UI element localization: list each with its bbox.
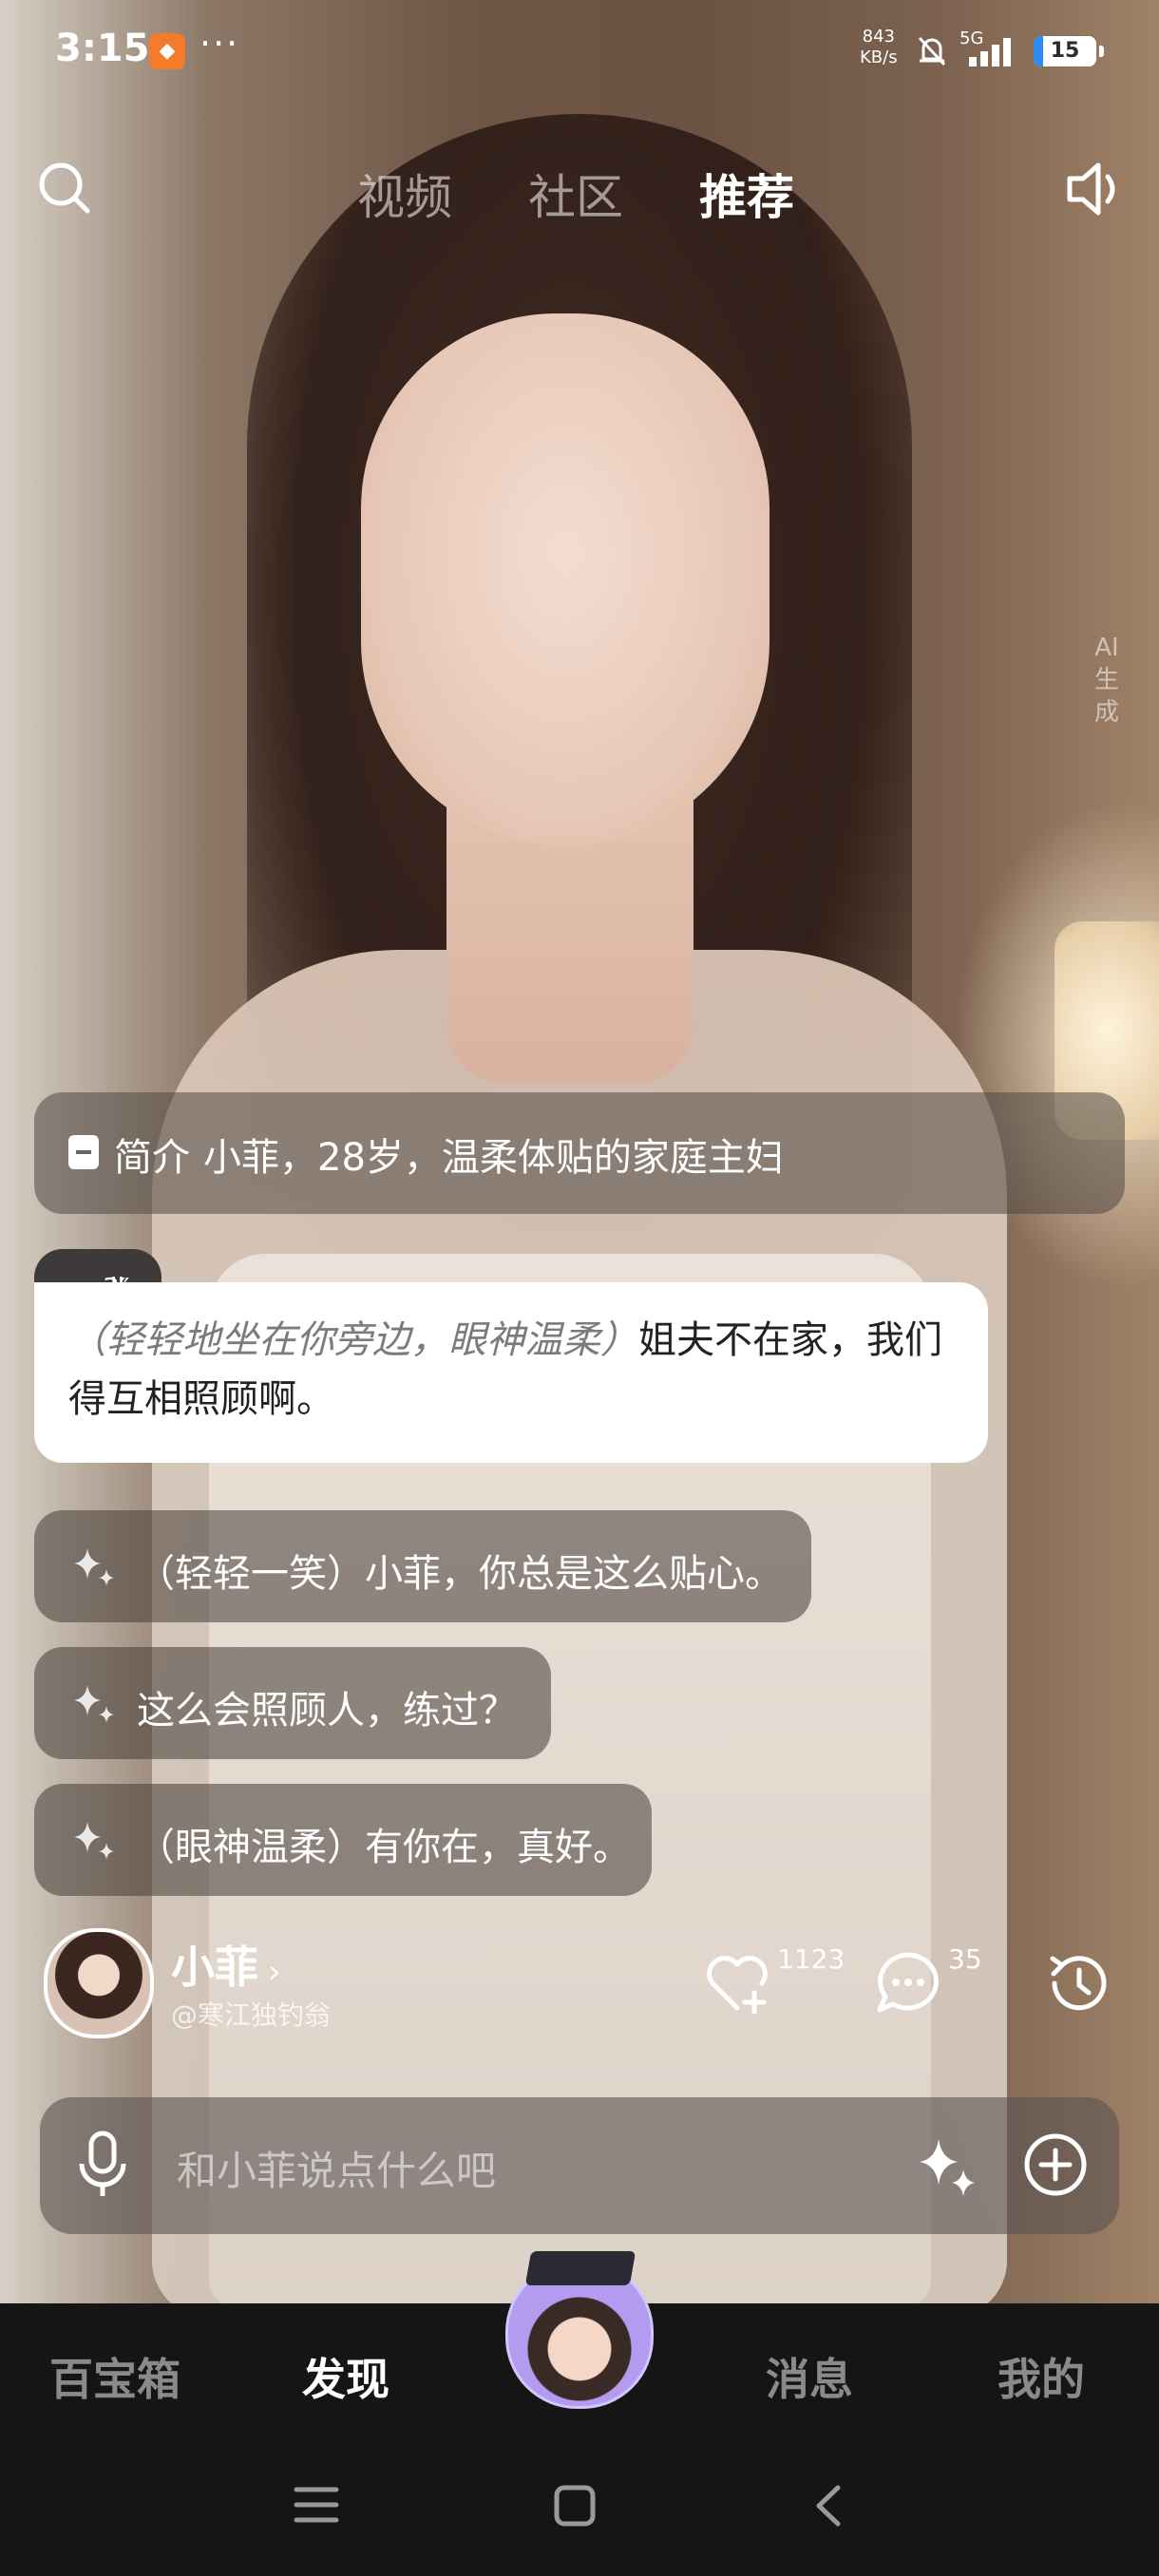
- add-circle-icon[interactable]: [1022, 2131, 1089, 2202]
- tab-recommend[interactable]: 推荐: [699, 160, 794, 228]
- intro-card[interactable]: 简介 小菲，28岁，温柔体贴的家庭主妇: [34, 1092, 1125, 1214]
- comment-icon[interactable]: [872, 1947, 944, 2023]
- like-count: 1123: [777, 1943, 846, 1975]
- history-icon[interactable]: [1043, 1947, 1115, 2023]
- comment-count: 35: [948, 1943, 982, 1975]
- screen: 3:15 ◆ ··· 843 KB/s 5G 15 视频 社区 推荐 AI 生 …: [0, 0, 1159, 2576]
- status-bar: 3:15 ◆ ··· 843 KB/s 5G 15: [0, 0, 1159, 104]
- message-action: （轻轻地坐在你旁边，眼神温柔）: [68, 1318, 638, 1362]
- intro-text: 小菲，28岁，温柔体贴的家庭主妇: [203, 1136, 784, 1180]
- search-icon[interactable]: [34, 158, 95, 222]
- suggestion-text: （眼神温柔）有你在，真好。: [137, 1826, 631, 1869]
- battery-indicator: 15: [1034, 36, 1104, 66]
- like-heart-icon[interactable]: [701, 1947, 773, 2023]
- sparkle-icon: [70, 1816, 118, 1867]
- message-bubble[interactable]: （轻轻地坐在你旁边，眼神温柔）姐夫不在家，我们得互相照顾啊。: [34, 1282, 988, 1463]
- ai-generated-mark: AI 生 成: [1093, 634, 1119, 727]
- nav-messages[interactable]: 消息: [766, 2345, 853, 2408]
- home-icon[interactable]: [551, 2482, 598, 2533]
- character-name: 小菲: [171, 1941, 258, 1993]
- signal-icon: [969, 34, 1026, 70]
- menu-icon[interactable]: [293, 2484, 340, 2529]
- chevron-right-icon: ›: [268, 1953, 281, 1991]
- suggestion-reply-3[interactable]: （眼神温柔）有你在，真好。: [34, 1784, 652, 1896]
- nav-toolbox[interactable]: 百宝箱: [49, 2345, 180, 2408]
- suggestion-reply-2[interactable]: 这么会照顾人，练过？: [34, 1647, 551, 1759]
- chat-input-placeholder[interactable]: 和小菲说点什么吧: [177, 2139, 496, 2197]
- battery-fill: [1034, 36, 1043, 66]
- microphone-icon[interactable]: [74, 2130, 131, 2206]
- tab-community[interactable]: 社区: [528, 160, 623, 228]
- sparkle-icon[interactable]: [914, 2133, 980, 2204]
- tab-video[interactable]: 视频: [357, 160, 452, 228]
- portrait-face: [361, 313, 770, 845]
- character-name-link[interactable]: 小菲 ›: [171, 1933, 281, 1996]
- suggestion-reply-1[interactable]: （轻轻一笑）小菲，你总是这么贴心。: [34, 1510, 811, 1622]
- status-time: 3:15: [55, 27, 150, 70]
- speaker-icon[interactable]: [1064, 156, 1130, 226]
- suggestion-text: 这么会照顾人，练过？: [137, 1689, 517, 1733]
- avatar[interactable]: [44, 1928, 154, 2038]
- top-nav: 视频 社区 推荐: [0, 152, 1159, 237]
- graduation-cap-icon: [524, 2251, 636, 2285]
- suggestion-text: （轻轻一笑）小菲，你总是这么贴心。: [137, 1552, 783, 1596]
- network-speed: 843 KB/s: [860, 27, 898, 67]
- muted-bell-icon: [914, 32, 950, 68]
- back-icon[interactable]: [809, 2482, 847, 2533]
- sparkle-icon: [70, 1679, 118, 1731]
- sparkle-icon: [70, 1543, 118, 1594]
- app-notification-icon: ◆: [149, 33, 185, 69]
- chat-input-bar[interactable]: 和小菲说点什么吧: [40, 2097, 1119, 2234]
- nav-profile[interactable]: 我的: [998, 2345, 1085, 2408]
- document-icon: [68, 1135, 99, 1169]
- more-notifications-icon: ···: [200, 23, 240, 65]
- intro-label: 简介: [114, 1136, 190, 1180]
- nav-discover[interactable]: 发现: [302, 2345, 390, 2408]
- creator-handle: @寒江独钓翁: [171, 1999, 332, 2031]
